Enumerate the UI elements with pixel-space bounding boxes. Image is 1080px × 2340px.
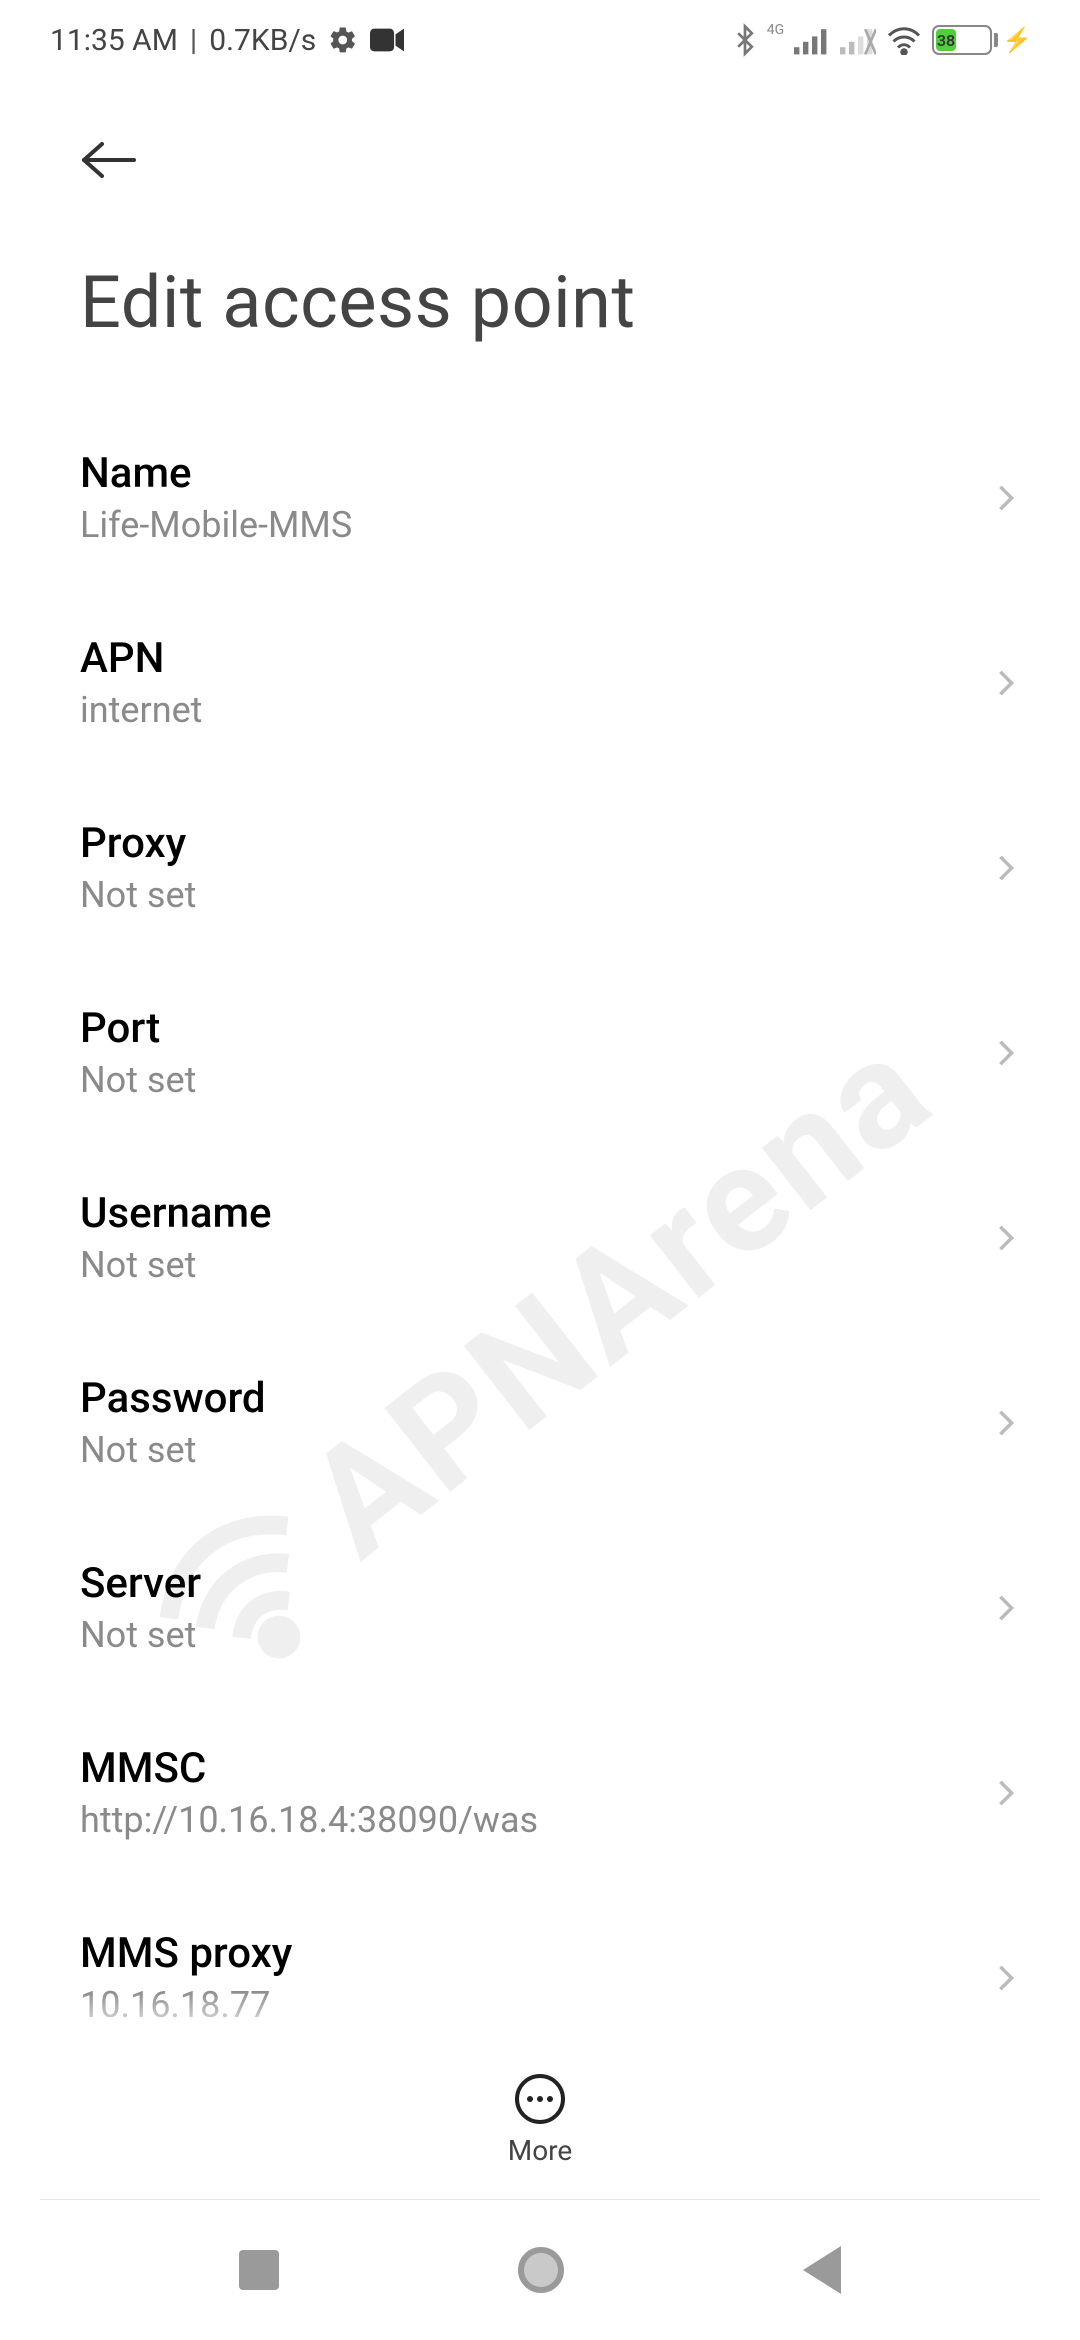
nav-recent-button[interactable] xyxy=(239,2250,279,2290)
row-password-label: Password xyxy=(80,1374,992,1423)
status-right: 4G 38 ⚡ xyxy=(733,23,1032,57)
row-apn-value: internet xyxy=(80,689,992,731)
header: Edit access point xyxy=(0,80,1080,375)
charging-icon: ⚡ xyxy=(1002,26,1032,54)
row-proxy-label: Proxy xyxy=(80,819,992,868)
arrow-left-icon xyxy=(80,140,138,180)
status-time: 11:35 AM xyxy=(50,23,178,58)
bluetooth-icon xyxy=(733,23,757,57)
row-apn-label: APN xyxy=(80,634,992,683)
row-name-value: Life-Mobile-MMS xyxy=(80,504,992,546)
signal-sim1-icon xyxy=(794,25,830,55)
more-button[interactable]: More xyxy=(0,2040,1080,2200)
row-name[interactable]: Name Life-Mobile-MMS xyxy=(0,405,1080,590)
status-left: 11:35 AM | 0.7KB/s xyxy=(50,23,404,58)
scroll-fade xyxy=(0,1990,1080,2040)
navigation-bar xyxy=(0,2200,1080,2340)
chevron-right-icon xyxy=(992,1039,1020,1067)
page-title: Edit access point xyxy=(80,260,1000,345)
more-icon xyxy=(515,2074,565,2124)
row-mmsc[interactable]: MMSC http://10.16.18.4:38090/was xyxy=(0,1700,1080,1885)
battery-shell: 38 xyxy=(932,25,992,55)
chevron-right-icon xyxy=(992,1594,1020,1622)
camera-icon xyxy=(370,28,404,52)
chevron-right-icon xyxy=(992,1779,1020,1807)
wifi-icon xyxy=(886,25,922,55)
row-mmsc-value: http://10.16.18.4:38090/was xyxy=(80,1799,992,1841)
battery-indicator: 38 ⚡ xyxy=(932,25,1032,55)
nav-home-button[interactable] xyxy=(518,2247,564,2293)
row-username-value: Not set xyxy=(80,1244,992,1286)
row-password[interactable]: Password Not set xyxy=(0,1330,1080,1515)
row-mmsc-label: MMSC xyxy=(80,1744,992,1793)
settings-list[interactable]: Name Life-Mobile-MMS APN internet Proxy … xyxy=(0,375,1080,2070)
status-data-rate: 0.7KB/s xyxy=(209,23,316,58)
signal-sim2-icon xyxy=(840,25,876,55)
chevron-right-icon xyxy=(992,1409,1020,1437)
network-4g-label: 4G xyxy=(767,22,784,38)
nav-back-button[interactable] xyxy=(803,2246,841,2294)
row-mms-proxy-label: MMS proxy xyxy=(80,1929,992,1978)
row-port-label: Port xyxy=(80,1004,992,1053)
row-server-label: Server xyxy=(80,1559,992,1608)
gear-icon xyxy=(328,25,358,55)
chevron-right-icon xyxy=(992,484,1020,512)
row-proxy-value: Not set xyxy=(80,874,992,916)
row-password-value: Not set xyxy=(80,1429,992,1471)
chevron-right-icon xyxy=(992,669,1020,697)
row-username-label: Username xyxy=(80,1189,992,1238)
row-username[interactable]: Username Not set xyxy=(0,1145,1080,1330)
status-bar: 11:35 AM | 0.7KB/s 4G 38 ⚡ xyxy=(0,0,1080,80)
more-label: More xyxy=(508,2134,573,2167)
row-apn[interactable]: APN internet xyxy=(0,590,1080,775)
row-name-label: Name xyxy=(80,449,992,498)
chevron-right-icon xyxy=(992,854,1020,882)
battery-percent: 38 xyxy=(936,29,956,51)
status-separator: | xyxy=(190,23,197,58)
back-button[interactable] xyxy=(80,130,140,190)
row-port[interactable]: Port Not set xyxy=(0,960,1080,1145)
chevron-right-icon xyxy=(992,1224,1020,1252)
row-server[interactable]: Server Not set xyxy=(0,1515,1080,1700)
row-port-value: Not set xyxy=(80,1059,992,1101)
row-server-value: Not set xyxy=(80,1614,992,1656)
row-proxy[interactable]: Proxy Not set xyxy=(0,775,1080,960)
chevron-right-icon xyxy=(992,1964,1020,1992)
battery-cap xyxy=(994,33,998,47)
